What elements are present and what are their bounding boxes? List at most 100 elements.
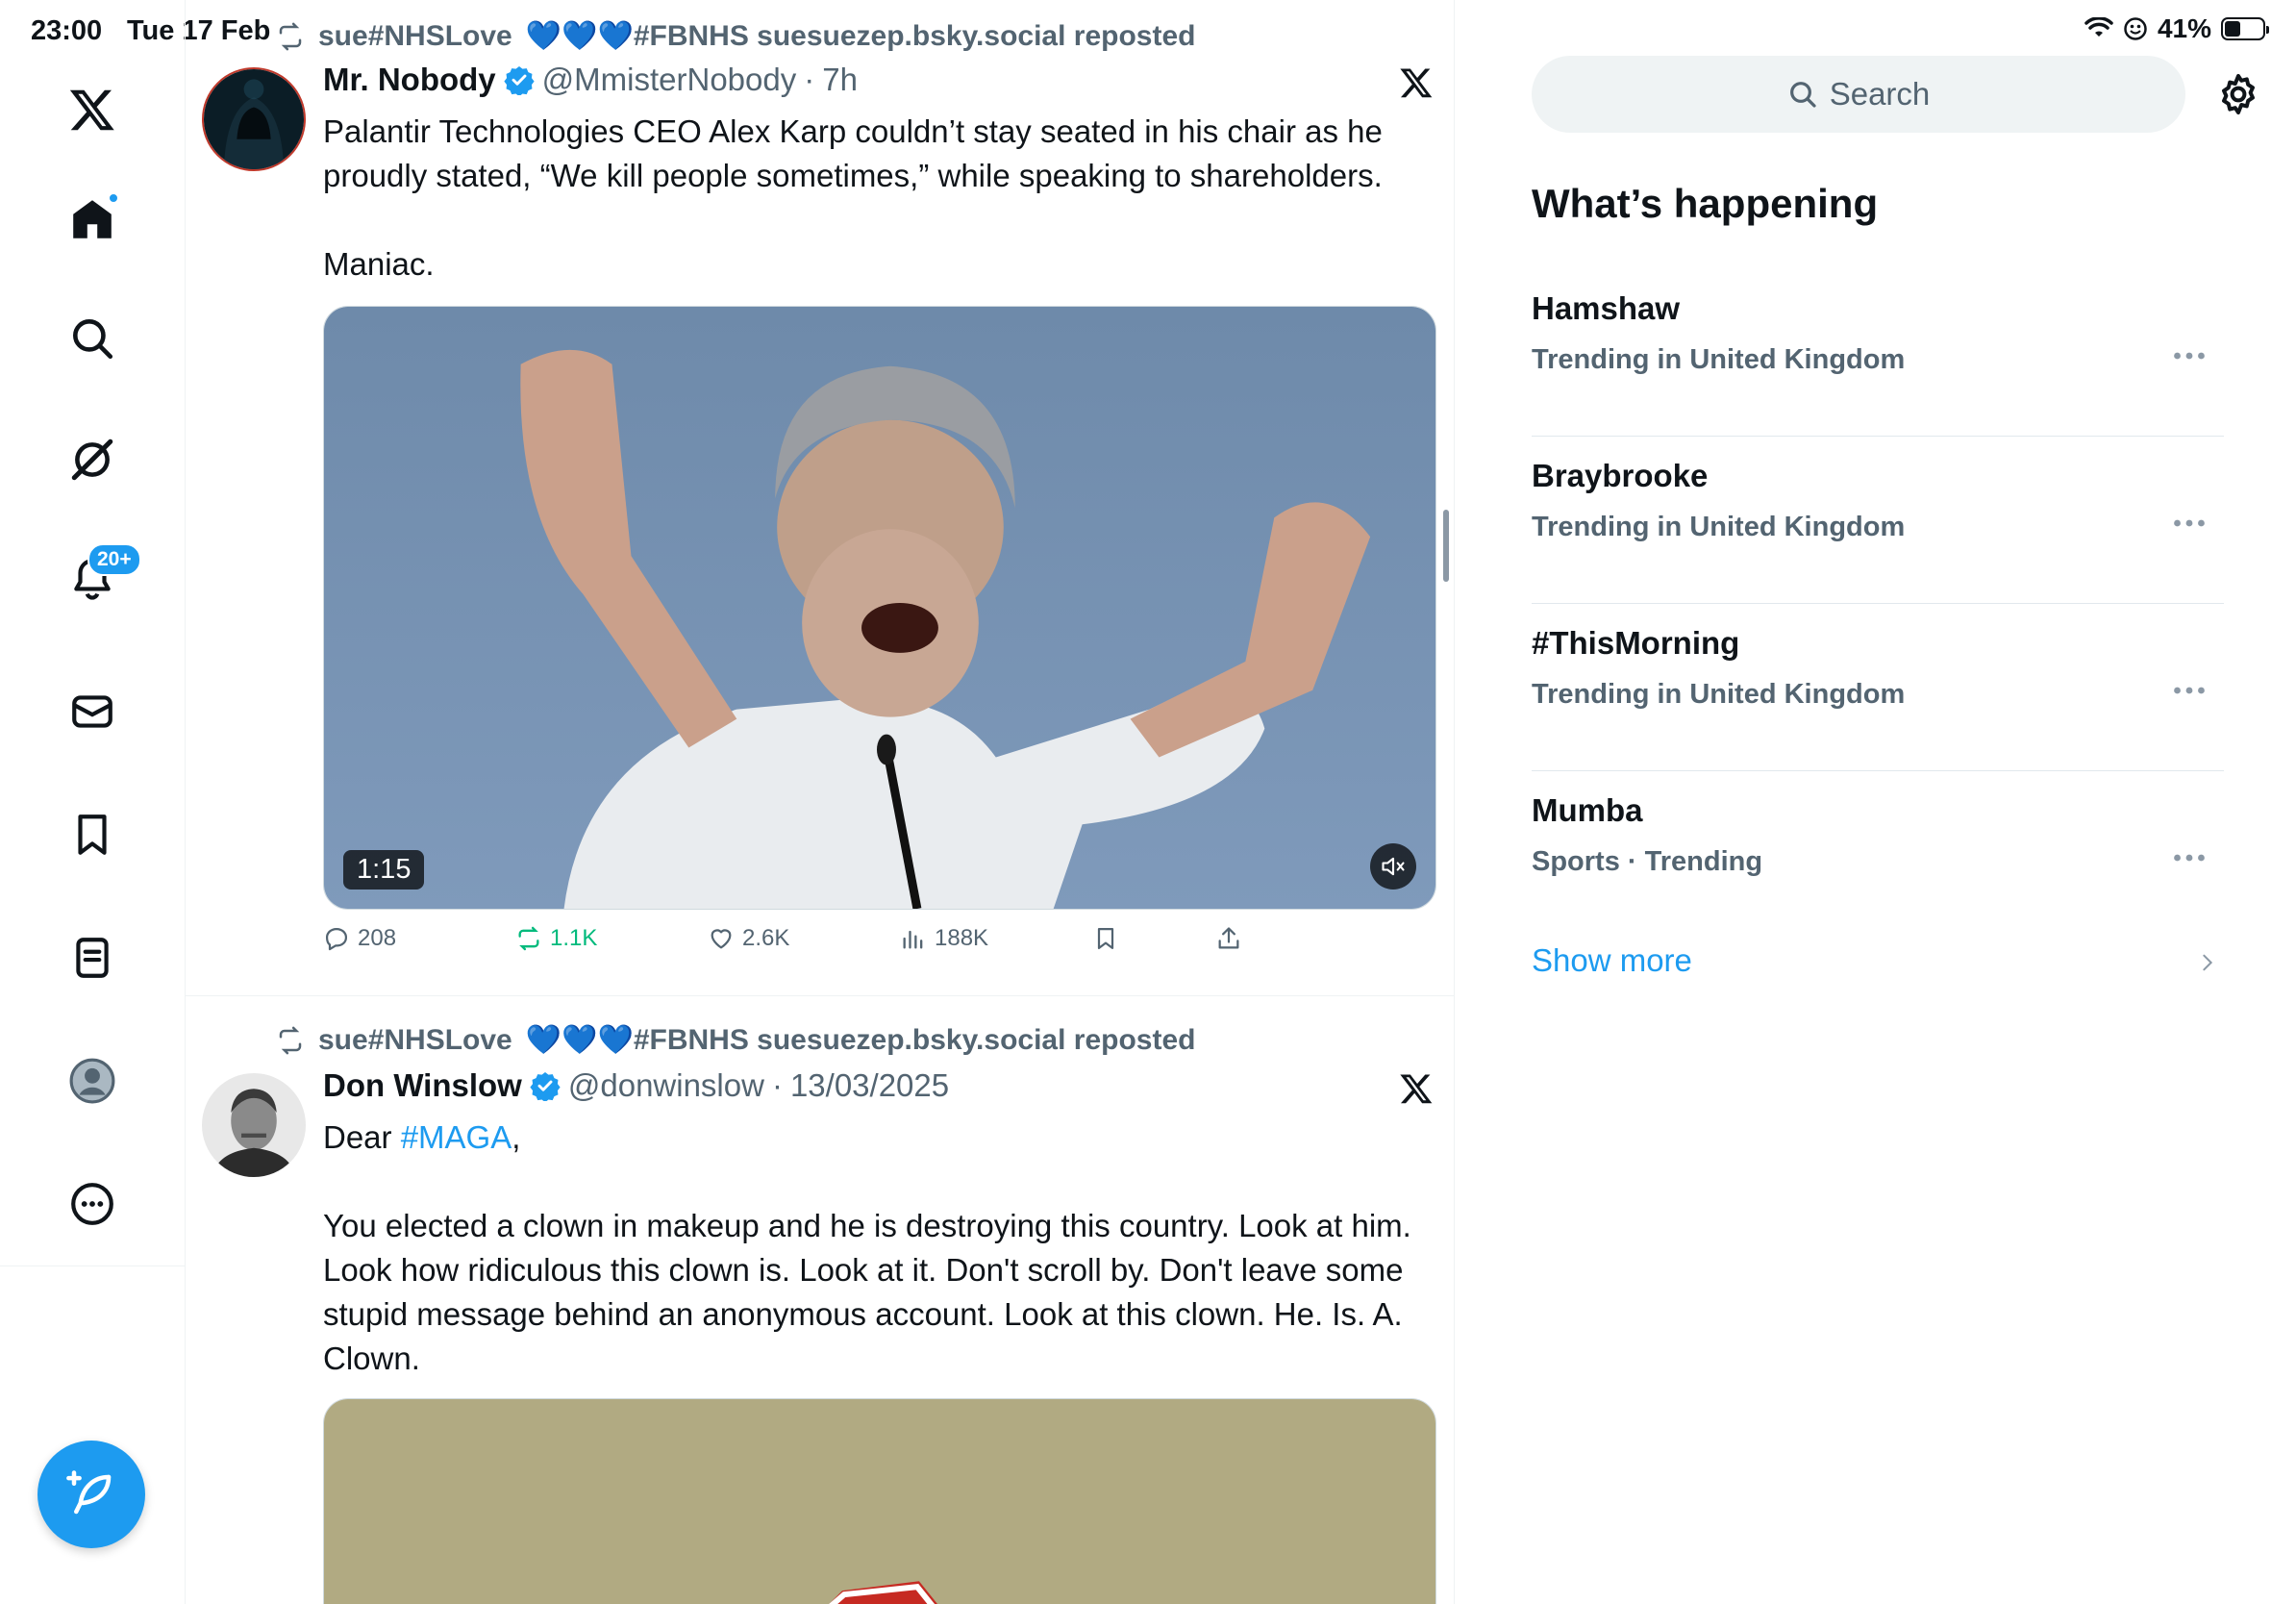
nav-grok[interactable] [54, 421, 131, 498]
verified-badge-icon [530, 1070, 561, 1101]
post-text-punctuation: , [512, 1119, 521, 1155]
video-frame-speaker [324, 307, 1435, 909]
x-logo-home-link[interactable] [54, 71, 131, 148]
media-image-frame [324, 1399, 1435, 1604]
view-count: 188K [935, 925, 989, 951]
repost-user-prefix: sue#NHSLove [318, 19, 512, 52]
trend-meta: Sports · Trending [1532, 846, 1763, 877]
reply-button[interactable]: 208 [323, 925, 396, 952]
trend-more-button[interactable] [2170, 839, 2209, 877]
more-dots-icon [2174, 687, 2205, 694]
trend-more-button[interactable] [2170, 671, 2209, 710]
grok-icon [71, 439, 113, 481]
post-text-greeting: Dear [323, 1119, 401, 1155]
nav-more[interactable] [54, 1165, 131, 1242]
feed-scrollbar-thumb[interactable] [1443, 510, 1449, 582]
hashtag-link[interactable]: #MAGA [401, 1119, 512, 1155]
trend-item[interactable]: Mumba Sports · Trending [1532, 771, 2224, 939]
blue-heart-emojis: 💙💙💙 [525, 20, 634, 52]
post-actions: 208 1.1K 2.6K 188K [323, 925, 1381, 964]
heart-icon [711, 929, 732, 949]
author-name[interactable]: Don Winslow [323, 1067, 522, 1104]
right-sidebar: Search What’s happening Hamshaw Trending… [1455, 0, 2296, 1604]
nav-explore[interactable] [54, 300, 131, 377]
author-avatar[interactable] [202, 1073, 306, 1177]
search-icon [73, 319, 113, 360]
post-text-paragraph: You elected a clown in makeup and he is … [323, 1208, 1411, 1376]
author-handle[interactable]: @donwinslow [568, 1067, 764, 1104]
views-button[interactable]: 188K [900, 925, 988, 952]
author-row: Don Winslow @donwinslow · 13/03/2025 [323, 1067, 949, 1104]
more-circle-icon [71, 1183, 113, 1225]
reply-icon [325, 927, 348, 951]
dot-separator: · [771, 1067, 783, 1103]
bookmark-icon [78, 815, 107, 855]
trend-name: Braybrooke [1532, 458, 1709, 493]
trend-more-button[interactable] [2170, 337, 2209, 375]
envelope-icon [72, 695, 112, 728]
speaker-muted-icon [1382, 857, 1405, 876]
timeline-feed: sue#NHSLove 💙💙💙 #FBNHS suesuezep.bsky.soci… [186, 0, 1455, 1604]
like-count: 2.6K [742, 925, 790, 951]
author-name[interactable]: Mr. Nobody [323, 62, 496, 98]
trend-name: Hamshaw [1532, 290, 1681, 326]
nav-messages[interactable] [54, 673, 131, 750]
post-text: Dear #MAGA, You elected a clown in makeu… [323, 1115, 1438, 1381]
list-icon [76, 938, 109, 978]
video-duration: 1:15 [343, 850, 425, 890]
share-icon [1218, 927, 1239, 949]
post-text-paragraph: Dear #MAGA, [323, 1115, 1438, 1160]
post-media-image[interactable] [323, 1398, 1436, 1604]
video-player[interactable]: 1:15 [323, 306, 1436, 910]
x-source-icon [1400, 1074, 1433, 1104]
repost-icon [518, 926, 539, 951]
gear-icon[interactable] [2215, 71, 2261, 117]
compose-feather-icon [66, 1470, 112, 1515]
hooded-figure-avatar [204, 69, 304, 169]
x-source-icon [1400, 68, 1433, 98]
show-more-link[interactable]: Show more [1532, 942, 2224, 990]
show-more-label: Show more [1532, 942, 1692, 978]
nav-bookmarks[interactable] [54, 796, 131, 873]
left-nav-rail: 20+ [0, 0, 186, 1604]
trend-item[interactable]: #ThisMorning Trending in United Kingdom [1532, 604, 2224, 771]
share-button[interactable] [1215, 925, 1242, 952]
reply-count: 208 [358, 925, 397, 951]
bookmark-button[interactable] [1092, 925, 1119, 952]
post-time[interactable]: 13/03/2025 [790, 1067, 949, 1104]
author-avatar[interactable] [202, 67, 306, 171]
nav-lists[interactable] [54, 919, 131, 996]
post-time[interactable]: 7h [822, 62, 858, 98]
more-dots-icon [2174, 352, 2205, 360]
post-text: Palantir Technologies CEO Alex Karp coul… [323, 110, 1438, 287]
nav-home[interactable] [54, 181, 131, 258]
trend-item[interactable]: Braybrooke Trending in United Kingdom [1532, 437, 2224, 604]
trend-item[interactable]: Hamshaw Trending in United Kingdom [1532, 269, 2224, 437]
bar-chart-icon [903, 930, 923, 949]
search-field[interactable]: Search [1532, 56, 2185, 133]
x-logo-icon [69, 89, 114, 131]
nav-notifications[interactable]: 20+ [54, 540, 141, 617]
post[interactable]: sue#NHSLove 💙💙💙 #FBNHS suesuezep.bsky.soci… [186, 0, 1455, 995]
nav-profile[interactable] [54, 1042, 131, 1119]
author-row: Mr. Nobody @MmisterNobody · 7h [323, 62, 858, 98]
trend-name: Mumba [1532, 792, 1643, 828]
bookmark-icon [1097, 927, 1114, 950]
more-dots-icon [2174, 519, 2205, 527]
notifications-badge: 20+ [87, 543, 141, 576]
like-button[interactable]: 2.6K [708, 925, 789, 952]
repost-button[interactable]: 1.1K [515, 925, 597, 952]
trend-more-button[interactable] [2170, 504, 2209, 542]
compose-post-button[interactable] [37, 1441, 145, 1548]
repost-icon [279, 22, 302, 50]
author-handle[interactable]: @MmisterNobody [542, 62, 797, 98]
more-dots-icon [2174, 854, 2205, 862]
mute-button[interactable] [1370, 843, 1416, 890]
repost-icon [279, 1026, 302, 1054]
post-text-paragraph: Palantir Technologies CEO Alex Karp coul… [323, 113, 1383, 193]
repost-indicator: sue#NHSLove 💙💙💙 #FBNHS suesuezep.bsky.soci… [276, 1023, 1195, 1057]
post[interactable]: sue#NHSLove 💙💙💙 #FBNHS suesuezep.bsky.soci… [186, 996, 1455, 1604]
trend-meta: Trending in United Kingdom [1532, 679, 1906, 710]
profile-avatar-icon [69, 1058, 115, 1104]
repost-user-prefix: sue#NHSLove [318, 1023, 512, 1056]
